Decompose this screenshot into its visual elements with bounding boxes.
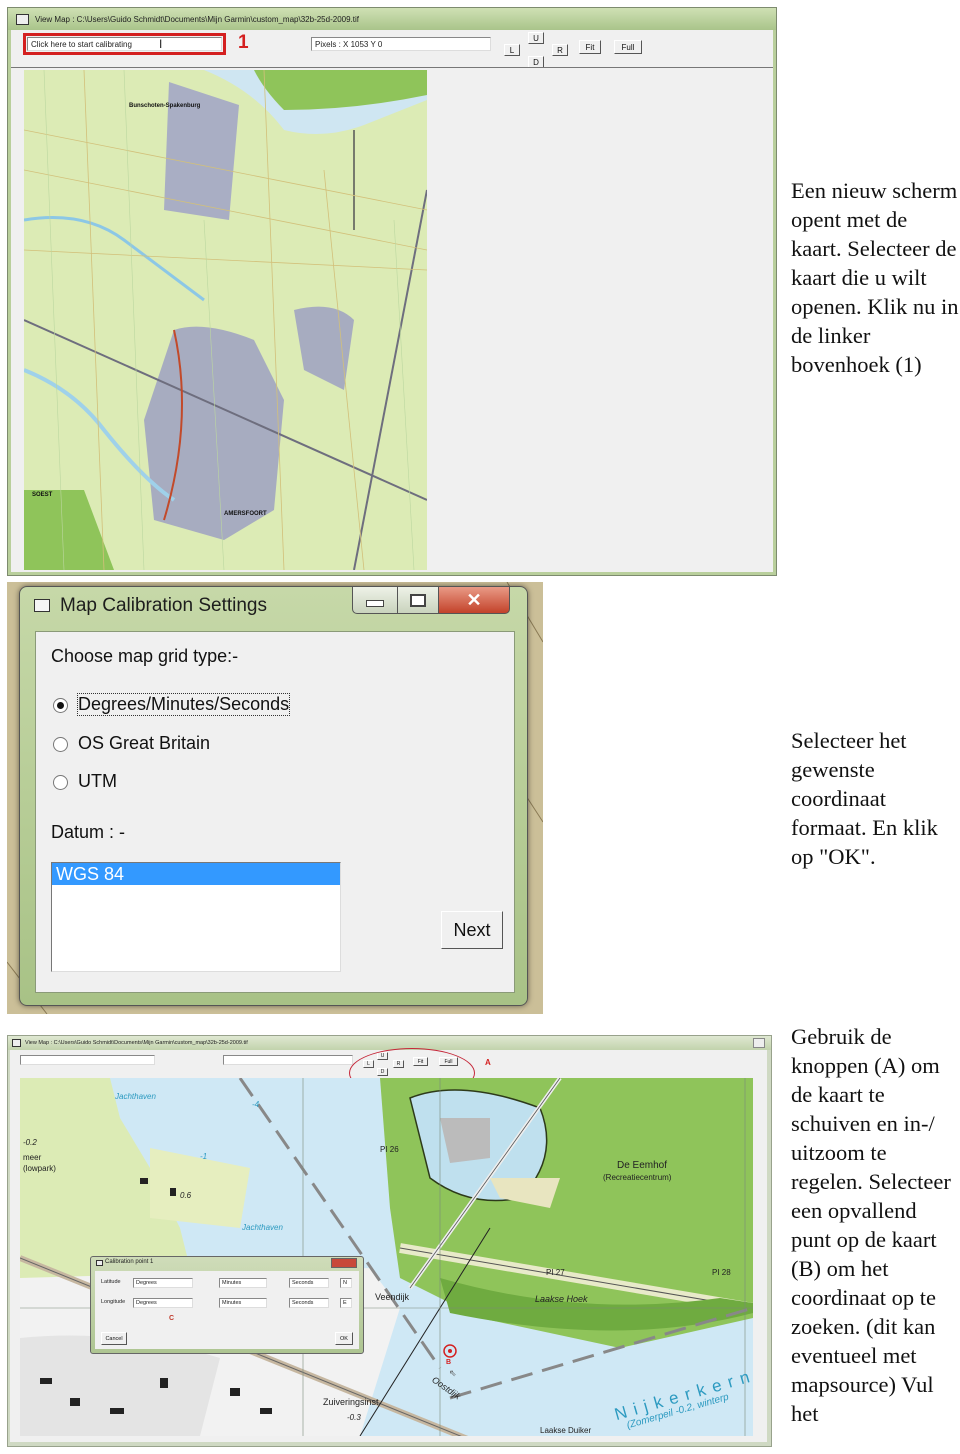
map-label: Bunschoten-Spakenburg [129,103,201,109]
calibrate-field[interactable]: Click here to start calibrating [27,37,222,51]
map-label: Laakse Duiker [540,1426,592,1435]
map-label: Laakse Hoek [535,1294,588,1304]
map-label: Veendijk [375,1292,410,1302]
map-label: (Recreatiecentrum) [603,1173,672,1182]
radio-os-great-britain[interactable] [53,737,68,752]
map-label: (lowpark) [23,1164,56,1173]
map-label: PI 26 [380,1145,399,1154]
topographic-map [24,70,427,570]
map-label: -1 [200,1152,208,1161]
dialog-client: Choose map grid type:- Degrees/Minutes/S… [35,631,515,993]
map-label: -4 [252,1100,260,1109]
option-label[interactable]: OS Great Britain [78,733,210,754]
map-label: meer [23,1153,42,1162]
dialog-app-icon [96,1260,103,1266]
longitude-hemisphere-input[interactable]: E [340,1298,352,1308]
map-label: PI 27 [546,1268,565,1277]
step2-caption: Selecteer het gewenste coordinaat formaa… [791,728,938,869]
pan-left-button[interactable]: L [504,44,520,56]
step1-caption: Een nieuw scherm opent met de kaart. Sel… [791,178,959,377]
dialog-title: Map Calibration Settings [60,595,267,616]
window-title: View Map : C:\Users\Guido Schmidt\Docume… [25,1040,248,1046]
radio-utm[interactable] [53,775,68,790]
longitude-degrees-input[interactable]: Degrees [133,1298,193,1308]
fit-button[interactable]: Fit [579,40,601,54]
step3-caption: Gebruik de knoppen (A) om de kaart te sc… [791,1024,951,1426]
app-icon [16,13,29,25]
datum-listbox[interactable]: WGS 84 [51,862,341,972]
latitude-minutes-input[interactable]: Minutes [219,1278,267,1288]
view-map-window-zoomed: View Map : C:\Users\Guido Schmidt\Docume… [7,1035,772,1447]
longitude-seconds-input[interactable]: Seconds [289,1298,329,1308]
longitude-label: Longitude [101,1299,126,1305]
annotation-marker-1: 1 [238,32,249,53]
maximize-button[interactable] [397,586,439,614]
latitude-seconds-input[interactable]: Seconds [289,1278,329,1288]
dialog-client: Latitude Longitude Degrees Minutes Secon… [95,1271,359,1349]
view-map-window: View Map : C:\Users\Guido Schmidt\Docume… [7,7,777,576]
app-icon [12,1039,21,1047]
pan-up-button[interactable]: U [528,32,544,44]
datum-list-item-selected[interactable]: WGS 84 [52,863,340,885]
map-label: SOEST [32,492,53,498]
calibration-point-dialog: Calibration point 1 Latitude Longitude D… [90,1256,364,1354]
map-calibration-settings-dialog: Map Calibration Settings ✕ Choose map gr… [19,586,528,1006]
latitude-degrees-input[interactable]: Degrees [133,1278,193,1288]
grid-type-label: Choose map grid type:- [51,646,239,666]
minimize-button[interactable] [352,586,398,614]
next-button[interactable]: Next [441,911,503,949]
window-client: Click here to start calibrating I 1 Pixe… [11,30,773,572]
close-button[interactable]: ✕ [438,586,510,614]
text-cursor-icon: I [159,37,163,51]
calibration-settings-screenshot: Map Calibration Settings ✕ Choose map gr… [7,582,543,1014]
ok-button[interactable]: OK [335,1332,353,1345]
calibrate-field[interactable] [20,1055,155,1065]
datum-label: Datum : - [51,822,126,842]
latitude-label: Latitude [101,1279,121,1285]
close-button[interactable] [331,1258,357,1268]
divider [11,67,773,68]
window-title: View Map : C:\Users\Guido Schmidt\Docume… [35,14,359,24]
annotation-a: A [485,1058,491,1067]
option-label[interactable]: Degrees/Minutes/Seconds [76,693,291,716]
dialog-app-icon [34,599,50,612]
map-label: Jachthaven [242,1223,283,1232]
radio-degrees-minutes-seconds[interactable] [53,698,68,713]
map-canvas[interactable]: Bunschoten-Spakenburg SOEST AMERSFOORT [24,70,427,570]
map-label: 0.6 [180,1191,192,1200]
full-button[interactable]: Full [614,40,642,54]
pixels-readout [223,1055,353,1065]
window-titlebar: View Map : C:\Users\Guido Schmidt\Docume… [8,8,776,30]
map-label: -0.2 [23,1138,37,1147]
annotation-b: B [446,1359,452,1366]
map-label: De Eemhof [617,1160,668,1171]
map-label: PI 28 [712,1268,731,1277]
cancel-button[interactable]: Cancel [101,1332,127,1345]
map-label: Jachthaven [115,1092,156,1101]
minimize-icon [366,599,384,607]
longitude-minutes-input[interactable]: Minutes [219,1298,267,1308]
latitude-hemisphere-input[interactable]: N [340,1278,352,1288]
map-label: -0.3 [347,1413,361,1422]
pixels-readout: Pixels : X 1053 Y 0 [311,37,491,51]
maximize-icon [410,593,426,607]
option-label[interactable]: UTM [78,771,117,792]
window-titlebar: View Map : C:\Users\Guido Schmidt\Docume… [8,1036,771,1050]
annotation-c: C [169,1315,175,1322]
pan-right-button[interactable]: R [552,44,568,56]
map-label: AMERSFOORT [224,511,267,517]
mouse-pointer-icon: ⇖ [449,1368,457,1378]
window-client: L U D R Fit Full A Jachthaven -4 -1 0.6 … [10,1048,767,1442]
dialog-title: Calibration point 1 [105,1259,154,1265]
close-icon[interactable] [753,1038,765,1048]
map-label: Zuiveringsinst [323,1397,379,1407]
close-icon: ✕ [466,589,482,610]
